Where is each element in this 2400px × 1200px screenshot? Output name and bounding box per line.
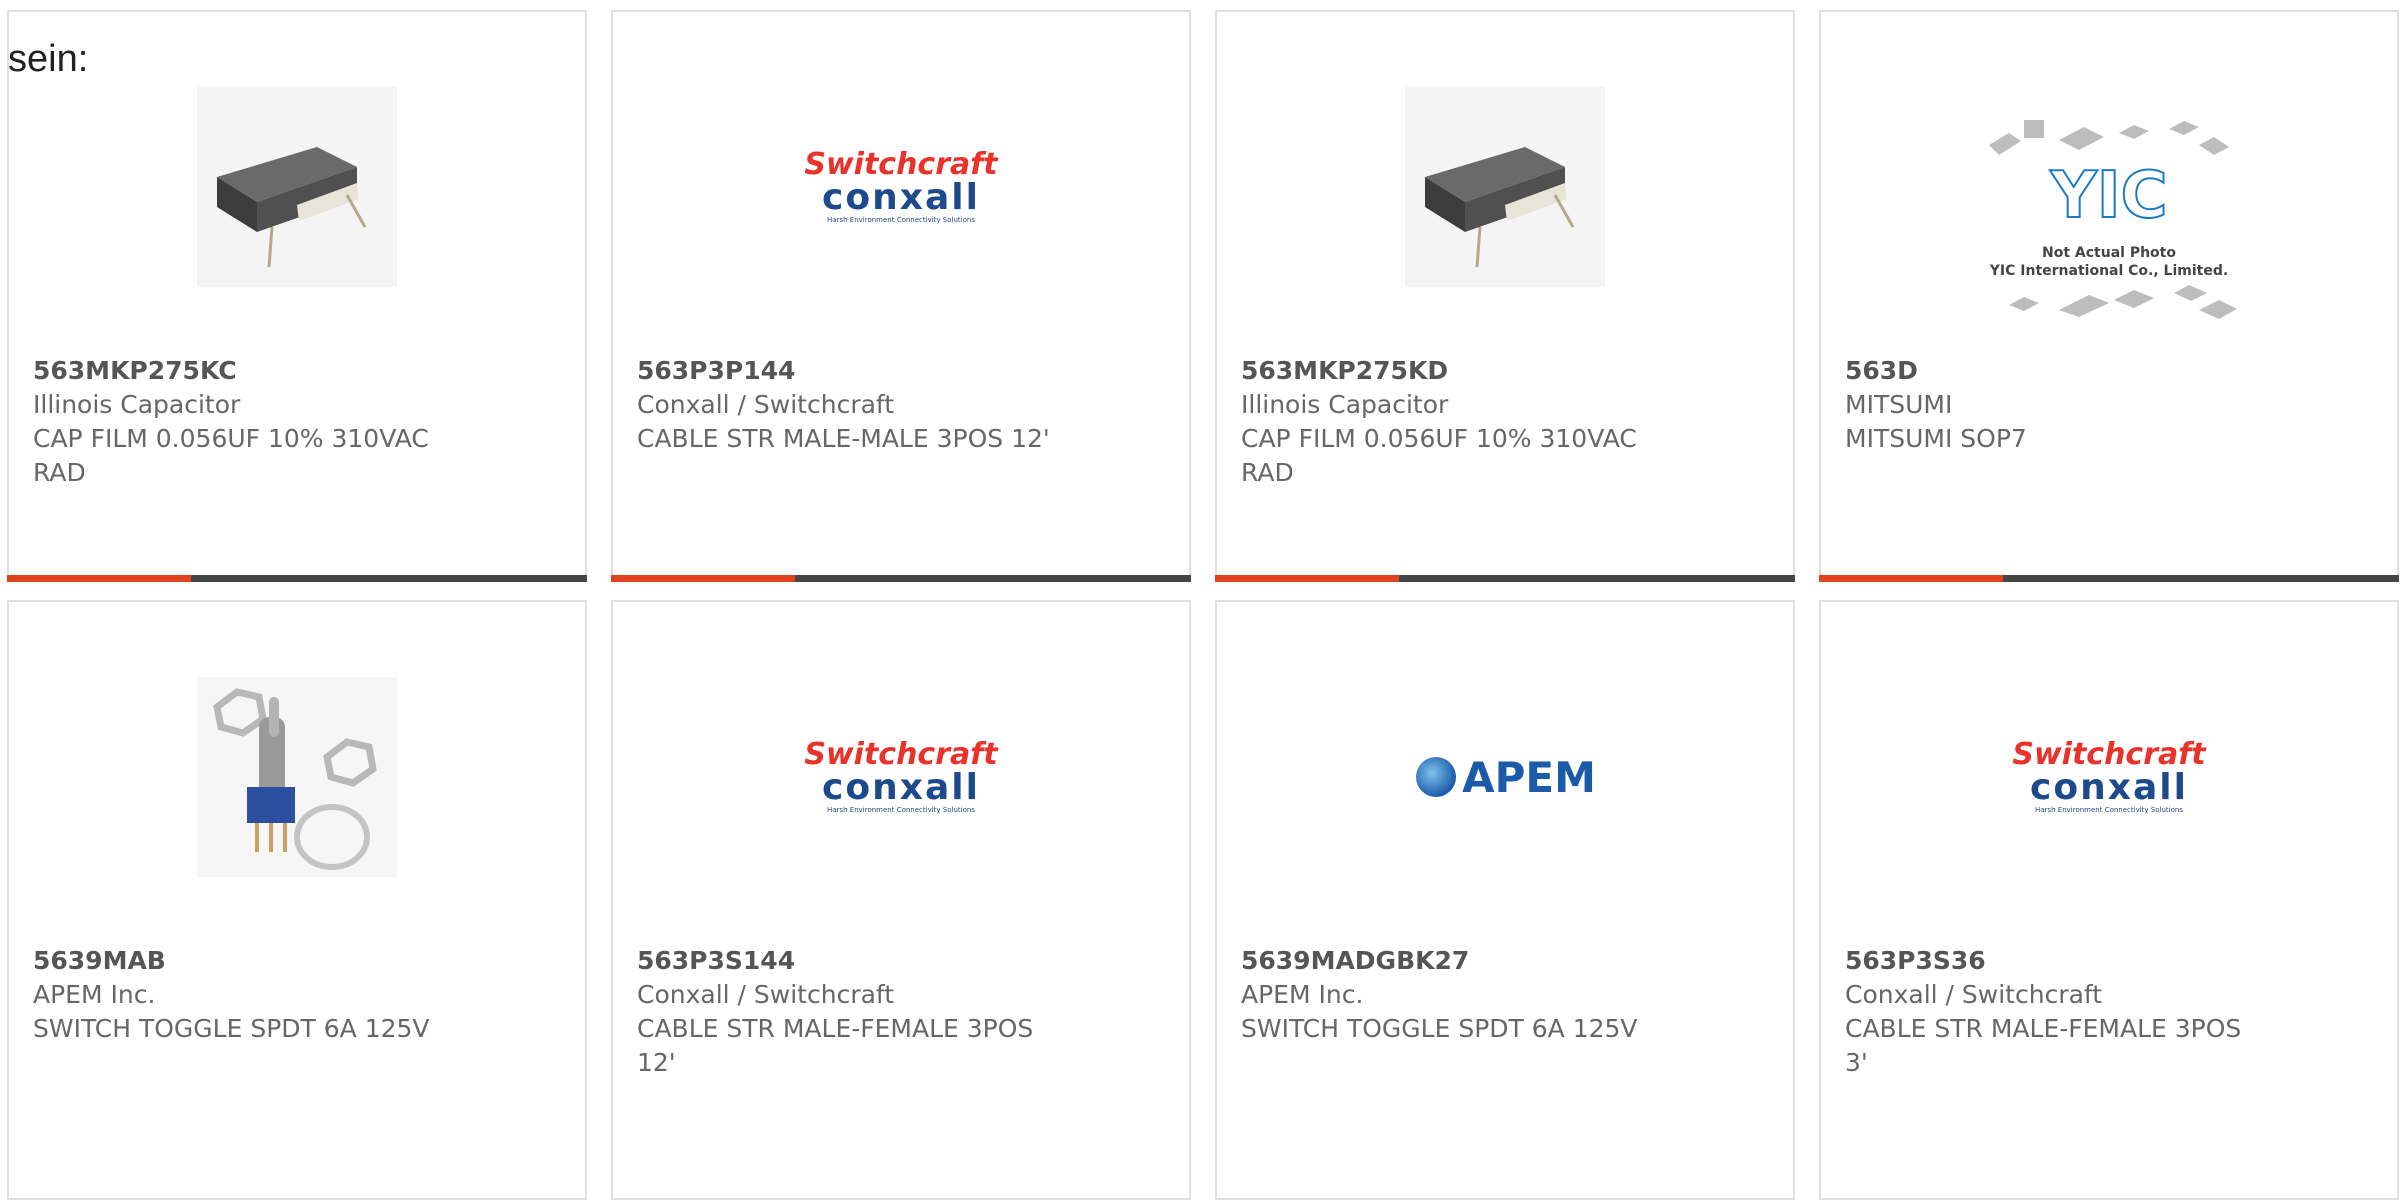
switchcraft-conxall-logo-icon: Switchcraft conxall Harsh Environment Co…: [801, 739, 1001, 815]
manufacturer: APEM Inc.: [1241, 980, 1364, 1009]
product-card[interactable]: APEM 5639MADGBK27 APEM Inc. SWITCH TOGGL…: [1215, 600, 1795, 1200]
description: SWITCH TOGGLE SPDT 6A 125V: [1241, 1014, 1638, 1043]
conxall-tagline: Harsh Environment Connectivity Solutions: [827, 216, 975, 224]
conxall-tagline: Harsh Environment Connectivity Solutions: [2035, 806, 2183, 814]
description: CABLE STR MALE-MALE 3POS 12': [637, 424, 1050, 453]
capacitor-photo-icon: [1405, 87, 1605, 287]
part-number[interactable]: 563MKP275KC: [33, 354, 453, 388]
manufacturer: Illinois Capacitor: [33, 390, 241, 419]
part-number[interactable]: 563P3P144: [637, 354, 1057, 388]
product-card[interactable]: YIC Not Actual Photo YIC International C…: [1819, 10, 2399, 582]
part-number[interactable]: 563P3S144: [637, 944, 1057, 978]
svg-text:YIC: YIC: [2049, 159, 2167, 233]
yic-caption-1: Not Actual Photo: [2042, 244, 2176, 261]
manufacturer: Conxall / Switchcraft: [637, 980, 895, 1009]
description: CABLE STR MALE-FEMALE 3POS 12': [637, 1014, 1034, 1077]
manufacturer: MITSUMI: [1845, 390, 1953, 419]
product-image[interactable]: [9, 677, 585, 877]
product-card[interactable]: 5639MAB APEM Inc. SWITCH TOGGLE SPDT 6A …: [7, 600, 587, 1200]
product-image[interactable]: [9, 87, 585, 287]
switchcraft-conxall-logo-icon: Switchcraft conxall Harsh Environment Co…: [801, 149, 1001, 225]
product-image[interactable]: [1217, 87, 1793, 287]
product-image[interactable]: APEM: [1217, 677, 1793, 877]
product-card[interactable]: 563MKP275KC Illinois Capacitor CAP FILM …: [7, 10, 587, 582]
description: CAP FILM 0.056UF 10% 310VAC RAD: [1241, 424, 1637, 487]
product-image[interactable]: Switchcraft conxall Harsh Environment Co…: [613, 87, 1189, 287]
product-image[interactable]: Switchcraft conxall Harsh Environment Co…: [1821, 677, 2397, 877]
yic-not-actual-photo-icon: YIC Not Actual Photo YIC International C…: [1969, 105, 2249, 345]
capacitor-photo-icon: [197, 87, 397, 287]
yic-caption-2: YIC International Co., Limited.: [1989, 262, 2229, 279]
description: SWITCH TOGGLE SPDT 6A 125V: [33, 1014, 430, 1043]
product-card[interactable]: Switchcraft conxall Harsh Environment Co…: [611, 10, 1191, 582]
apem-globe-icon: [1416, 757, 1457, 797]
part-number[interactable]: 563MKP275KD: [1241, 354, 1661, 388]
part-number[interactable]: 563D: [1845, 354, 2265, 388]
description: CAP FILM 0.056UF 10% 310VAC RAD: [33, 424, 429, 487]
apem-logo-icon: APEM: [1414, 753, 1596, 802]
card-accent: [7, 575, 191, 582]
manufacturer: Illinois Capacitor: [1241, 390, 1449, 419]
conxall-wordmark: conxall: [2030, 767, 2188, 808]
card-accent: [611, 575, 795, 582]
apem-wordmark: APEM: [1462, 752, 1596, 802]
part-number[interactable]: 5639MAB: [33, 944, 453, 978]
manufacturer: APEM Inc.: [33, 980, 156, 1009]
card-footer-bar: [1819, 575, 2399, 582]
product-grid: 563MKP275KC Illinois Capacitor CAP FILM …: [0, 0, 2400, 1200]
card-accent: [1819, 575, 2003, 582]
part-number[interactable]: 563P3S36: [1845, 944, 2265, 978]
product-image[interactable]: Switchcraft conxall Harsh Environment Co…: [613, 677, 1189, 877]
description: CABLE STR MALE-FEMALE 3POS 3': [1845, 1014, 2242, 1077]
manufacturer: Conxall / Switchcraft: [1845, 980, 2103, 1009]
card-accent: [1215, 575, 1399, 582]
part-number[interactable]: 5639MADGBK27: [1241, 944, 1661, 978]
conxall-tagline: Harsh Environment Connectivity Solutions: [827, 806, 975, 814]
product-card[interactable]: Switchcraft conxall Harsh Environment Co…: [1819, 600, 2399, 1200]
toggle-switch-photo-icon: [197, 677, 397, 877]
intro-text: sein:: [8, 38, 89, 80]
conxall-wordmark: conxall: [822, 767, 980, 808]
product-card[interactable]: Switchcraft conxall Harsh Environment Co…: [611, 600, 1191, 1200]
card-footer-bar: [7, 575, 587, 582]
conxall-wordmark: conxall: [822, 177, 980, 218]
description: MITSUMI SOP7: [1845, 424, 2027, 453]
card-footer-bar: [1215, 575, 1795, 582]
product-image[interactable]: YIC Not Actual Photo YIC International C…: [1821, 102, 2397, 347]
manufacturer: Conxall / Switchcraft: [637, 390, 895, 419]
product-card[interactable]: 563MKP275KD Illinois Capacitor CAP FILM …: [1215, 10, 1795, 582]
card-footer-bar: [611, 575, 1191, 582]
switchcraft-conxall-logo-icon: Switchcraft conxall Harsh Environment Co…: [2009, 739, 2209, 815]
